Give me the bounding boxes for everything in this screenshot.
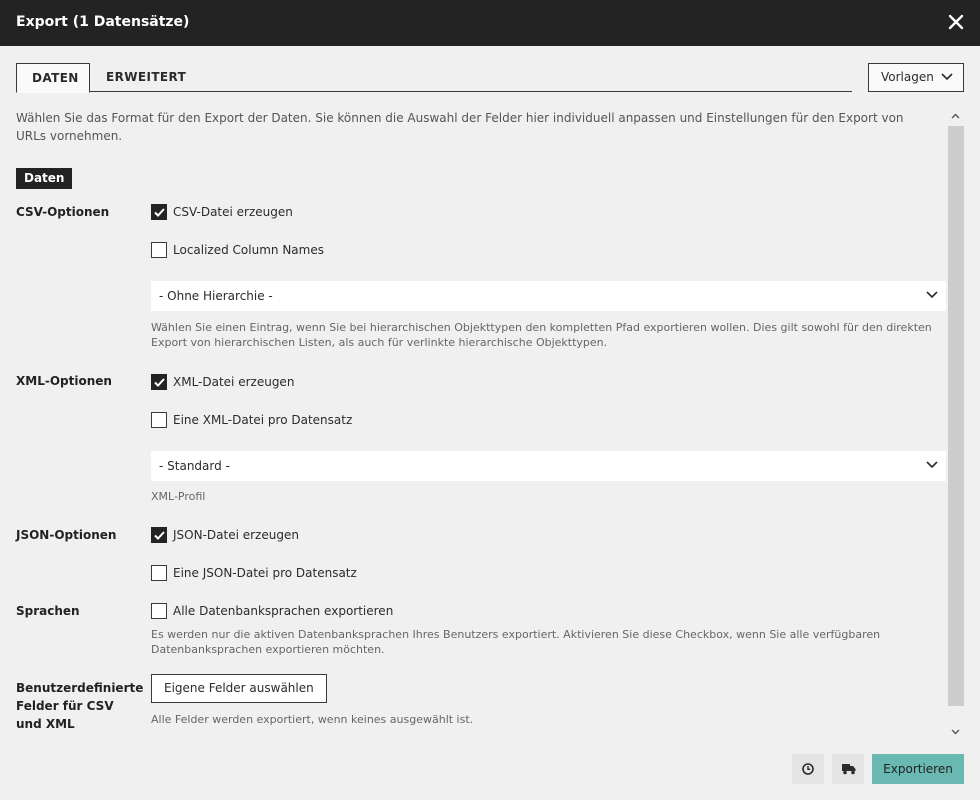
chevron-up-icon [951, 113, 960, 119]
history-button[interactable] [792, 754, 824, 784]
checkbox-label: Eine JSON-Datei pro Datensatz [173, 566, 357, 580]
hierarchy-select-value: - Ohne Hierarchie - [159, 289, 273, 303]
checkbox-unchecked [151, 565, 167, 581]
xml-profile-value: - Standard - [159, 459, 230, 473]
transport-button[interactable] [832, 754, 864, 784]
checkbox-label: XML-Datei erzeugen [173, 375, 295, 389]
custom-fields-label: Benutzerdefinierte Felder für CSV und XM… [16, 681, 144, 731]
dialog-title: Export (1 Datensätze) [16, 14, 190, 30]
templates-dropdown-button[interactable]: Vorlagen [868, 63, 964, 92]
checkbox-label: Localized Column Names [173, 243, 324, 257]
scrollbar-thumb[interactable] [948, 126, 964, 706]
checkbox-label: CSV-Datei erzeugen [173, 205, 293, 219]
xml-profile-select[interactable]: - Standard - [151, 451, 946, 481]
chevron-down-icon [951, 729, 960, 735]
intro-text: Wählen Sie das Format für den Export der… [16, 111, 904, 143]
csv-options-label: CSV-Optionen [16, 205, 110, 219]
check-icon [154, 378, 165, 387]
checkbox-unchecked [151, 603, 167, 619]
json-options-label: JSON-Optionen [16, 528, 117, 542]
content-scrollbar[interactable] [946, 108, 964, 740]
truck-icon [842, 764, 856, 775]
check-icon [154, 208, 165, 217]
tab-daten[interactable]: DATEN [16, 63, 90, 93]
chevron-down-icon [926, 291, 938, 299]
select-custom-fields-button[interactable]: Eigene Felder auswählen [151, 674, 327, 703]
checkbox-checked [151, 204, 167, 220]
checkbox-checked [151, 527, 167, 543]
scroll-down-button[interactable] [946, 724, 964, 740]
clock-icon [802, 763, 814, 775]
checkbox-unchecked [151, 242, 167, 258]
close-button[interactable] [946, 12, 966, 32]
dialog-titlebar: Export (1 Datensätze) [0, 0, 980, 46]
tab-erweitert[interactable]: ERWEITERT [91, 63, 201, 92]
export-dialog: Export (1 Datensätze) DATEN ERWEITERT Vo… [0, 0, 980, 800]
chevron-down-icon [941, 73, 953, 81]
hierarchy-hint: Wählen Sie einen Eintrag, wenn Sie bei h… [151, 321, 932, 349]
export-button[interactable]: Exportieren [872, 754, 964, 784]
close-icon [948, 14, 964, 30]
languages-label: Sprachen [16, 604, 80, 618]
checkbox-label: Alle Datenbanksprachen exportieren [173, 604, 394, 618]
templates-label: Vorlagen [881, 70, 934, 84]
scroll-up-button[interactable] [946, 108, 964, 124]
checkbox-unchecked [151, 412, 167, 428]
xml-options-label: XML-Optionen [16, 374, 112, 388]
languages-hint: Es werden nur die aktiven Datenbanksprac… [151, 628, 881, 656]
tab-bar: DATEN ERWEITERT [16, 63, 852, 93]
checkbox-label: Eine XML-Datei pro Datensatz [173, 413, 353, 427]
section-badge: Daten [16, 168, 73, 189]
xml-profile-hint: XML-Profil [151, 490, 206, 503]
custom-fields-hint: Alle Felder werden exportiert, wenn kein… [151, 713, 474, 726]
check-icon [154, 531, 165, 540]
chevron-down-icon [926, 461, 938, 469]
checkbox-label: JSON-Datei erzeugen [173, 528, 299, 542]
dialog-content: Wählen Sie das Format für den Export der… [0, 100, 946, 740]
checkbox-checked [151, 374, 167, 390]
hierarchy-select[interactable]: - Ohne Hierarchie - [151, 281, 946, 311]
